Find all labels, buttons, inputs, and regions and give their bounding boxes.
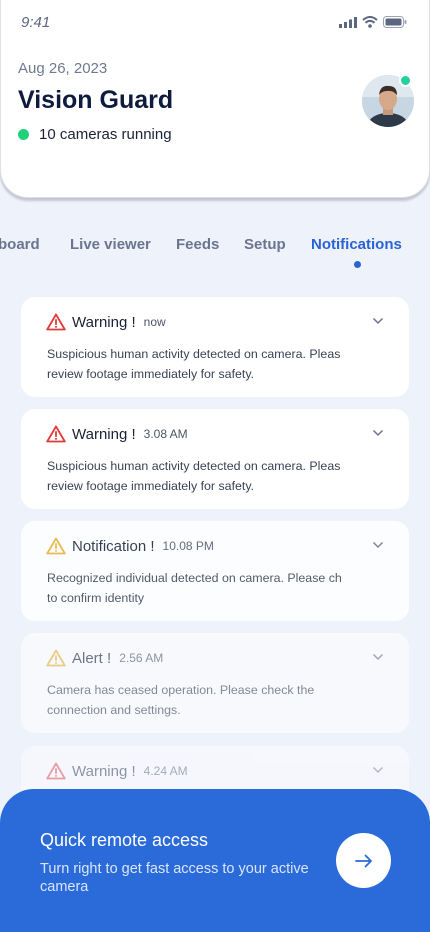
notification-message-line: review footage immediately for safety. [47, 479, 255, 493]
notification-time: 10.08 PM [162, 539, 214, 553]
chevron-down-icon[interactable] [372, 766, 384, 774]
tab-live-viewer[interactable]: Live viewer [70, 236, 151, 253]
warning-triangle-icon [46, 425, 66, 443]
notification-kind: Notification ! [72, 537, 155, 555]
notification-time: now [143, 315, 166, 329]
tab-notifications[interactable]: Notifications [311, 236, 402, 253]
avatar-online-indicator [399, 74, 412, 87]
tab-dashboard[interactable]: board [0, 236, 40, 253]
notification-card[interactable]: Warning ! now Suspicious human activity … [21, 297, 409, 397]
tab-bar: board Live viewer Feeds Setup Notificati… [0, 236, 430, 266]
notification-message-line: Recognized individual detected on camera… [47, 571, 342, 585]
signal-icon [339, 16, 357, 28]
caution-triangle-icon [46, 649, 66, 667]
header-card: 9:41 Aug 26, 2023 Vision Guard 10 camera… [0, 0, 430, 198]
notification-message: Suspicious human activity detected on ca… [47, 344, 355, 384]
tab-feeds[interactable]: Feeds [176, 236, 219, 253]
chevron-down-icon[interactable] [372, 541, 384, 549]
cameras-status: 10 cameras running [18, 126, 172, 143]
notification-header: Warning ! 4.24 AM [46, 762, 188, 780]
caution-triangle-icon [46, 537, 66, 555]
notification-message-line: to confirm identity [47, 591, 145, 605]
quick-access-panel[interactable]: Quick remote access Turn right to get fa… [0, 789, 430, 932]
notification-header: Warning ! now [46, 313, 166, 331]
arrow-right-icon [354, 854, 372, 867]
chevron-down-icon[interactable] [372, 653, 384, 661]
wifi-icon [362, 16, 378, 28]
notification-message: Recognized individual detected on camera… [47, 568, 355, 608]
notification-time: 2.56 AM [119, 651, 164, 665]
app-title: Vision Guard [18, 86, 174, 114]
status-icons [339, 16, 407, 28]
cameras-running-label: 10 cameras running [39, 126, 172, 143]
notification-kind: Warning ! [72, 313, 136, 331]
quick-access-button[interactable] [336, 833, 391, 888]
online-dot-icon [18, 129, 29, 140]
notification-header: Alert ! 2.56 AM [46, 649, 163, 667]
tab-setup[interactable]: Setup [244, 236, 286, 253]
chevron-down-icon[interactable] [372, 317, 384, 325]
notification-message: Camera has ceased operation. Please chec… [47, 680, 355, 720]
notification-card[interactable]: Notification ! 10.08 PM Recognized indiv… [21, 521, 409, 621]
warning-triangle-icon [46, 313, 66, 331]
notification-message-line: Suspicious human activity detected on ca… [47, 459, 341, 473]
notification-card[interactable]: Alert ! 2.56 AM Camera has ceased operat… [21, 633, 409, 733]
notification-message: Suspicious human activity detected on ca… [47, 456, 355, 496]
notification-message-line: review footage immediately for safety. [47, 367, 255, 381]
active-tab-indicator [354, 261, 361, 268]
notification-message-line: Camera has ceased operation. Please chec… [47, 683, 315, 697]
notification-message-line: Suspicious human activity detected on ca… [47, 347, 341, 361]
notification-card[interactable]: Warning ! 3.08 AM Suspicious human activ… [21, 409, 409, 509]
quick-access-title: Quick remote access [40, 830, 209, 850]
quick-access-subtitle: Turn right to get fast access to your ac… [40, 861, 309, 895]
notification-header: Warning ! 3.08 AM [46, 425, 188, 443]
notification-kind: Warning ! [72, 762, 136, 780]
notification-message-line: connection and settings. [47, 703, 181, 717]
header-date: Aug 26, 2023 [18, 60, 108, 77]
notification-time: 4.24 AM [143, 764, 188, 778]
notification-header: Notification ! 10.08 PM [46, 537, 214, 555]
battery-icon [383, 16, 407, 28]
notification-kind: Warning ! [72, 425, 136, 443]
warning-triangle-icon [46, 762, 66, 780]
chevron-down-icon[interactable] [372, 429, 384, 437]
notification-time: 3.08 AM [143, 427, 188, 441]
notification-kind: Alert ! [72, 649, 112, 667]
status-time: 9:41 [21, 14, 51, 31]
